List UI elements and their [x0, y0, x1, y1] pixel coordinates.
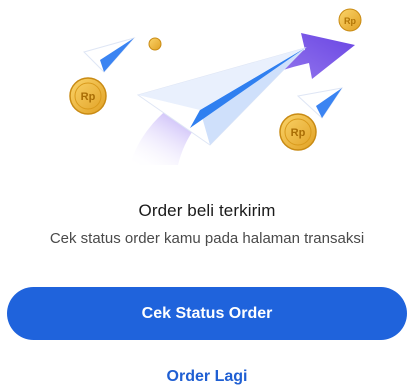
small-paper-plane-right: [296, 87, 344, 119]
coin-icon: Rp: [338, 8, 362, 32]
order-success-screen: Rp Rp Rp Order beli terkirim Cek status …: [0, 0, 414, 389]
svg-text:Rp: Rp: [291, 127, 306, 139]
coin-icon: Rp: [279, 113, 317, 151]
success-title: Order beli terkirim: [138, 201, 276, 220]
success-subtitle: Cek status order kamu pada halaman trans…: [49, 230, 365, 247]
coin-icon: [148, 37, 162, 51]
small-paper-plane-left: [83, 37, 136, 73]
paper-plane-sent-icon: Rp Rp Rp: [69, 8, 362, 165]
svg-text:Rp: Rp: [344, 16, 356, 26]
order-again-link[interactable]: Order Lagi: [0, 368, 414, 386]
coin-icon: Rp: [69, 77, 107, 115]
check-order-status-button[interactable]: Cek Status Order: [7, 287, 407, 340]
svg-text:Rp: Rp: [81, 91, 96, 103]
